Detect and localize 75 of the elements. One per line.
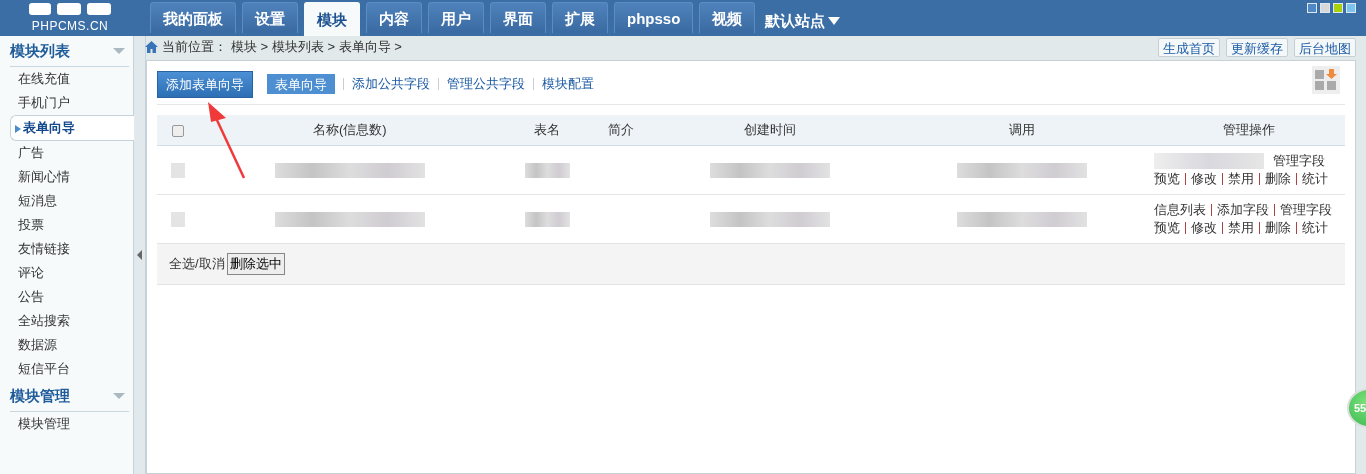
section-title[interactable]: 模块列表 xyxy=(10,41,70,61)
column-header: 调用 xyxy=(891,115,1153,146)
toolbar-button[interactable]: 后台地图 xyxy=(1294,37,1356,57)
sidebar-item[interactable]: 广告 xyxy=(10,141,133,165)
blurred-text xyxy=(524,211,570,227)
toolbar-link[interactable]: 管理公共字段 xyxy=(447,75,525,93)
sidebar-item[interactable]: 数据源 xyxy=(10,333,133,357)
action-link[interactable]: 修改 xyxy=(1191,219,1217,237)
skin-swatch-icon[interactable] xyxy=(1346,3,1356,13)
nav-tab[interactable]: 界面 xyxy=(490,2,546,33)
action-link[interactable]: 预览 xyxy=(1154,170,1180,188)
logo-text: PHPCMS.CN xyxy=(31,18,109,35)
caret-icon[interactable] xyxy=(828,16,841,25)
action-link[interactable]: 信息列表 xyxy=(1154,201,1206,219)
delete-selected-button[interactable]: 删除选中 xyxy=(226,253,285,275)
skin-swatch-icon[interactable] xyxy=(1333,3,1343,13)
column-header: 管理操作 xyxy=(1153,115,1345,146)
sidebar-section-header[interactable]: 模块列表 xyxy=(10,36,129,67)
action-link[interactable]: 删除 xyxy=(1265,170,1291,188)
site-dropdown[interactable]: 默认站点 xyxy=(765,5,841,36)
column-header: 名称(信息数) xyxy=(199,115,501,146)
column-header: 创建时间 xyxy=(649,115,892,146)
sidebar-item[interactable]: 全站搜索 xyxy=(10,309,133,333)
sidebar-item[interactable]: 公告 xyxy=(10,285,133,309)
blurred-text xyxy=(524,162,570,178)
sidebar-item[interactable]: 表单向导 xyxy=(10,115,134,141)
section-title[interactable]: 模块管理 xyxy=(10,386,70,406)
sidebar-item[interactable]: 投票 xyxy=(10,213,133,237)
toolbar-button[interactable]: 生成首页 xyxy=(1158,37,1220,57)
sidebar-item[interactable]: 评论 xyxy=(10,261,133,285)
sidebar-item[interactable]: 模块管理 xyxy=(10,412,133,436)
nav-tab[interactable]: 用户 xyxy=(428,2,484,33)
column-header: 简介 xyxy=(593,115,650,146)
checkbox[interactable] xyxy=(172,125,184,138)
sidebar-item[interactable]: 在线充值 xyxy=(10,67,133,91)
sidebar-item[interactable]: 手机门户 xyxy=(10,91,133,115)
sidebar-item[interactable]: 新闻心情 xyxy=(10,165,133,189)
toolbar-button[interactable]: 更新缓存 xyxy=(1226,37,1288,57)
action-link[interactable]: 禁用 xyxy=(1228,219,1254,237)
nav-tab[interactable]: 内容 xyxy=(366,2,422,33)
action-link[interactable]: 禁用 xyxy=(1228,170,1254,188)
arrow-icon xyxy=(15,124,21,133)
action-link[interactable]: 预览 xyxy=(1154,219,1180,237)
action-link[interactable]: 管理字段 xyxy=(1273,152,1325,170)
sidebar-section-header[interactable]: 模块管理 xyxy=(10,381,129,412)
collapse-triangle-icon[interactable] xyxy=(113,48,125,54)
nav-tab[interactable]: 设置 xyxy=(242,2,298,33)
add-button[interactable]: 添加表单向导 xyxy=(157,70,253,98)
action-link[interactable]: 管理字段 xyxy=(1280,201,1332,219)
collapse-triangle-icon[interactable] xyxy=(113,393,125,399)
column-header: 表名 xyxy=(500,115,594,146)
sidebar-item[interactable]: 短消息 xyxy=(10,189,133,213)
sidebar-item[interactable]: 友情链接 xyxy=(10,237,133,261)
action-link[interactable]: 添加字段 xyxy=(1217,201,1269,219)
layout-icon[interactable] xyxy=(1312,66,1340,94)
skin-swatch-icon[interactable] xyxy=(1320,3,1330,13)
nav-tab[interactable]: 扩展 xyxy=(552,2,608,33)
nav-tab[interactable]: 视频 xyxy=(699,2,756,33)
breadcrumb-label: 当前位置： xyxy=(162,38,227,56)
action-link[interactable]: 修改 xyxy=(1191,170,1217,188)
toolbar-link[interactable]: 模块配置 xyxy=(542,75,594,93)
toolbar-link[interactable]: 添加公共字段 xyxy=(352,75,430,93)
action-link[interactable]: 删除 xyxy=(1265,219,1291,237)
nav-tab[interactable]: 我的面板 xyxy=(150,2,236,33)
blurred-text xyxy=(171,162,185,178)
blurred-text xyxy=(171,211,185,227)
home-icon xyxy=(145,41,158,53)
select-all-link[interactable]: 全选/取消 xyxy=(169,255,225,273)
nav-tab[interactable]: 模块 xyxy=(304,2,360,36)
breadcrumb-path: 模块 > 模块列表 > 表单向导 > xyxy=(231,38,402,56)
skin-swatch-icon[interactable] xyxy=(1307,3,1317,13)
sidebar-item[interactable]: 短信平台 xyxy=(10,357,133,381)
action-link[interactable]: 统计 xyxy=(1302,219,1328,237)
action-link[interactable]: 统计 xyxy=(1302,170,1328,188)
nav-tab[interactable]: phpsso xyxy=(614,2,694,33)
